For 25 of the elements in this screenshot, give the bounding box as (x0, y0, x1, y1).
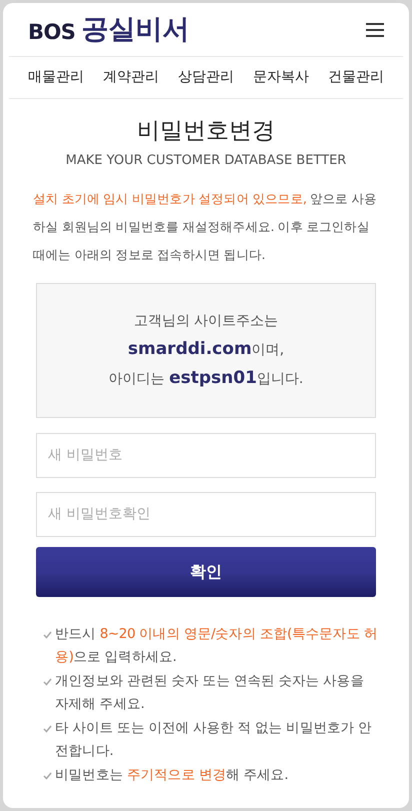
nav-link[interactable]: 건물관리 (328, 67, 384, 88)
nav-link[interactable]: 문자복사 (253, 67, 309, 88)
logo-mark: BOS (28, 22, 76, 43)
confirm-button[interactable]: 확인 (36, 546, 376, 596)
note-text: 개인정보와 관련된 숫자 또는 연속된 숫자는 사용을 자제해 주세요. (55, 672, 365, 714)
menu-icon[interactable] (366, 22, 384, 36)
page-subtitle: MAKE YOUR CUSTOMER DATABASE BETTER (64, 152, 348, 170)
password-field[interactable]: 새 비밀번호확인 (36, 492, 376, 536)
logo-text: 공실비서 (81, 16, 190, 43)
note-text: 반드시 8~20 이내의 영문/숫자의 조합(특수문자도 허용)으로 입력하세요. (55, 624, 378, 666)
nav-link[interactable]: 계약관리 (103, 67, 159, 88)
nav-link[interactable]: 상담관리 (178, 67, 234, 88)
page-title: 비밀번호변경 (136, 117, 276, 146)
intro-text: 설치 초기에 임시 비밀번호가 설정되어 있으므로, 앞으로 사용하실 회원님의 비밀번호를 재설정해주세요. 이후 로그인하실 때에는 아래의 정보로 접속하시면 됩니다. (33, 190, 378, 264)
check-icon (43, 772, 52, 780)
check-icon (43, 630, 52, 638)
note-text: 비밀번호는 주기적으로 변경해 주세요. (55, 766, 288, 784)
nav-link[interactable]: 매물관리 (28, 67, 84, 88)
check-icon (43, 724, 52, 732)
note-text: 타 사이트 또는 이전에 사용한 적 없는 비밀번호가 안전합니다. (55, 718, 373, 760)
check-icon (43, 678, 52, 686)
info-text: 고객님의 사이트주소는 (134, 312, 278, 331)
info-text: smarddi.com이며, (128, 338, 284, 361)
password-field[interactable]: 새 비밀번호 (36, 432, 376, 478)
info-text: 아이디는 estpsn01입니다. (108, 367, 304, 390)
